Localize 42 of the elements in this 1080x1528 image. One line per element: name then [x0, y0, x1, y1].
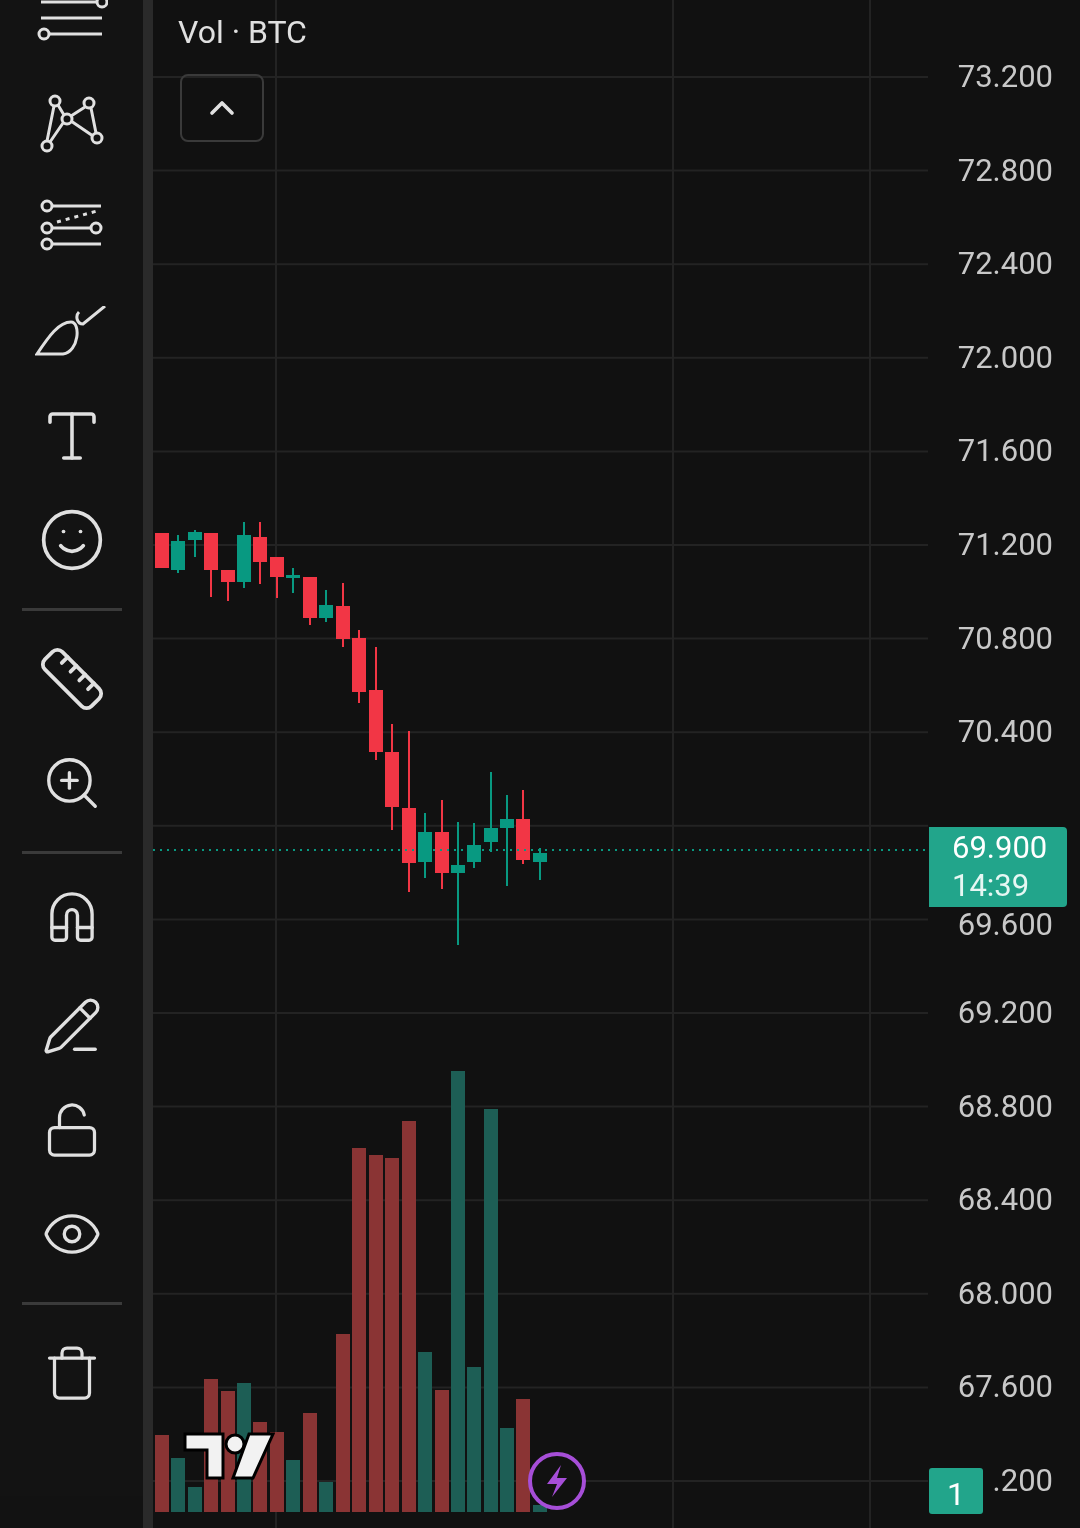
legend-title: Vol · BTC	[178, 12, 307, 53]
lightning-icon	[527, 1451, 587, 1511]
brush-icon	[34, 306, 109, 358]
price-axis-label: 71.600	[957, 433, 1053, 470]
candle	[237, 521, 251, 589]
count-badge: 1	[929, 1468, 983, 1514]
price-axis-label: 73.200	[957, 59, 1053, 95]
candle	[221, 569, 235, 602]
logo-icon	[183, 1432, 275, 1480]
price-axis-label: 72.800	[957, 152, 1053, 189]
last-price: 69.900	[952, 829, 1049, 867]
candle	[319, 589, 333, 623]
pattern-nodes-icon	[38, 93, 105, 155]
candle	[303, 576, 317, 626]
bar-countdown: 14:39	[952, 867, 1031, 905]
candle	[467, 822, 481, 869]
candle	[253, 521, 267, 585]
volume-bar	[286, 1460, 300, 1512]
candle	[270, 556, 284, 599]
price-axis-label: 72.000	[957, 339, 1053, 376]
candle	[336, 582, 350, 648]
price-axis-label: 69.200	[957, 995, 1053, 1031]
volume-bar	[171, 1458, 185, 1512]
price-axis-label: 67.600	[957, 1369, 1053, 1406]
price-axis-label: 68.400	[957, 1182, 1053, 1219]
candle	[286, 567, 300, 594]
price-axis-label: 71.200	[957, 527, 1053, 563]
price-axis-label: 72.400	[957, 246, 1053, 283]
candle	[155, 532, 169, 569]
candle	[418, 812, 432, 879]
price-axis-label: 69.600	[957, 907, 1053, 944]
candle	[533, 847, 547, 881]
price-axis-label: 68.800	[957, 1088, 1053, 1125]
price-axis-label: 68.000	[957, 1275, 1053, 1312]
volume-bar	[319, 1482, 333, 1512]
candle	[188, 529, 202, 558]
candle	[171, 534, 185, 574]
candle	[204, 532, 218, 598]
price-axis-label: .200	[992, 1463, 1053, 1499]
price-axis-label: 70.800	[957, 620, 1053, 657]
price-axis-label: 70.400	[957, 714, 1053, 751]
volume-bar	[188, 1487, 202, 1512]
